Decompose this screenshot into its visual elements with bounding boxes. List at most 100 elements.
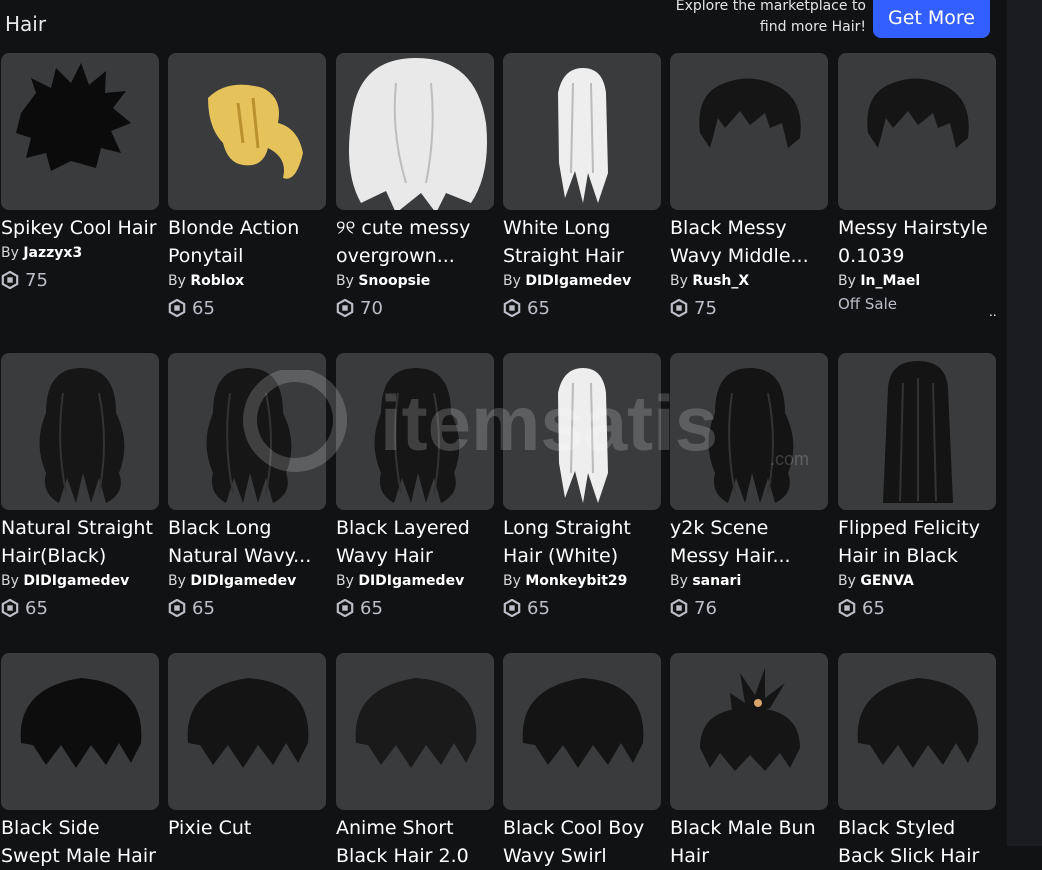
creator-name[interactable]: GENVA — [860, 573, 914, 589]
by-label: By — [503, 273, 526, 289]
item-card[interactable]: Black Cool Boy Wavy Swirl — [503, 653, 663, 870]
item-name[interactable]: Black Styled Back Slick Hair — [838, 814, 998, 870]
item-card[interactable]: ୨୧ cute messy overgrown... By Snoopsie 70 — [336, 53, 496, 320]
creator-name[interactable]: DIDIgamedev — [190, 573, 296, 589]
item-name[interactable]: Blonde Action Ponytail — [168, 214, 328, 270]
item-creator[interactable]: By DIDIgamedev — [1, 573, 161, 593]
item-thumbnail[interactable] — [503, 653, 661, 810]
item-name[interactable]: Flipped Felicity Hair in Black — [838, 514, 998, 570]
robux-icon — [838, 599, 856, 617]
creator-name[interactable]: Jazzyx3 — [23, 245, 82, 261]
by-label: By — [336, 573, 359, 589]
robux-icon — [336, 599, 354, 617]
item-creator[interactable]: By GENVA — [838, 573, 998, 593]
by-label: By — [838, 573, 861, 589]
robux-icon — [503, 599, 521, 617]
item-card[interactable]: White Long Straight Hair By DIDIgamedev 65 — [503, 53, 663, 320]
item-card[interactable]: y2k Scene Messy Hair... By sanari 76 — [670, 353, 830, 620]
item-thumbnail[interactable] — [336, 653, 494, 810]
item-card[interactable]: Anime Short Black Hair 2.0 — [336, 653, 496, 870]
item-thumbnail[interactable] — [1, 53, 159, 210]
item-card[interactable]: Spikey Cool Hair By Jazzyx3 75 — [1, 53, 161, 292]
item-name[interactable]: Anime Short Black Hair 2.0 — [336, 814, 496, 870]
item-price: 65 — [1, 596, 161, 620]
item-creator[interactable]: By DIDIgamedev — [503, 273, 663, 293]
creator-name[interactable]: DIDIgamedev — [23, 573, 129, 589]
item-name[interactable]: Black Male Bun Hair — [670, 814, 830, 870]
item-name[interactable]: Spikey Cool Hair — [1, 214, 161, 242]
item-name[interactable]: Black Long Natural Wavy... — [168, 514, 328, 570]
item-card[interactable]: Black Styled Back Slick Hair — [838, 653, 998, 870]
item-thumbnail[interactable] — [1, 653, 159, 810]
item-thumbnail[interactable] — [838, 653, 996, 810]
item-card[interactable]: Pixie Cut — [168, 653, 328, 842]
item-card[interactable]: Flipped Felicity Hair in Black By GENVA 65 — [838, 353, 998, 620]
item-creator[interactable]: By Snoopsie — [336, 273, 496, 293]
item-card[interactable]: Black Male Bun Hair — [670, 653, 830, 870]
price-value: 75 — [25, 269, 48, 291]
creator-name[interactable]: In_Mael — [860, 273, 920, 289]
item-thumbnail[interactable] — [670, 653, 828, 810]
creator-name[interactable]: DIDIgamedev — [525, 273, 631, 289]
item-thumbnail[interactable] — [503, 53, 661, 210]
item-card[interactable]: Natural Straight Hair(Black) By DIDIgamed… — [1, 353, 161, 620]
item-name[interactable]: Messy Hairstyle 0.1039 — [838, 214, 998, 270]
creator-name[interactable]: DIDIgamedev — [358, 573, 464, 589]
creator-name[interactable]: Rush_X — [692, 273, 749, 289]
item-card[interactable]: Black Long Natural Wavy... By DIDIgamedev… — [168, 353, 328, 620]
price-value: 65 — [192, 597, 215, 619]
item-creator[interactable]: By Jazzyx3 — [1, 245, 161, 265]
price-value: 70 — [360, 297, 383, 319]
item-creator[interactable]: By Rush_X — [670, 273, 830, 293]
item-thumbnail[interactable] — [670, 53, 828, 210]
item-card[interactable]: Messy Hairstyle 0.1039 By In_Mael Off Sale — [838, 53, 998, 313]
item-name[interactable]: Long Straight Hair (White) — [503, 514, 663, 570]
promo-line-2: find more Hair! — [759, 19, 866, 35]
item-creator[interactable]: By Monkeybit29 — [503, 573, 663, 593]
item-creator[interactable]: By In_Mael — [838, 273, 998, 293]
item-thumbnail[interactable] — [168, 53, 326, 210]
item-price: 65 — [838, 596, 998, 620]
item-creator[interactable]: By sanari — [670, 573, 830, 593]
get-more-button[interactable]: Get More — [873, 0, 990, 38]
item-price: 75 — [1, 268, 161, 292]
item-card[interactable]: Long Straight Hair (White) By Monkeybit29… — [503, 353, 663, 620]
item-name[interactable]: Black Cool Boy Wavy Swirl — [503, 814, 663, 870]
item-card[interactable]: Black Side Swept Male Hair — [1, 653, 161, 870]
item-thumbnail[interactable] — [168, 353, 326, 510]
item-thumbnail[interactable] — [336, 353, 494, 510]
robux-icon — [670, 299, 688, 317]
item-thumbnail[interactable] — [838, 53, 996, 210]
more-indicator[interactable]: .. — [989, 305, 997, 319]
item-price: 65 — [168, 596, 328, 620]
creator-name[interactable]: Snoopsie — [358, 273, 430, 289]
item-thumbnail[interactable] — [168, 653, 326, 810]
item-name[interactable]: Black Messy Wavy Middle... — [670, 214, 830, 270]
item-card[interactable]: Black Messy Wavy Middle... By Rush_X 75 — [670, 53, 830, 320]
creator-name[interactable]: Monkeybit29 — [525, 573, 627, 589]
item-name[interactable]: Pixie Cut — [168, 814, 328, 842]
by-label: By — [838, 273, 861, 289]
item-creator[interactable]: By Roblox — [168, 273, 328, 293]
item-name[interactable]: y2k Scene Messy Hair... — [670, 514, 830, 570]
creator-name[interactable]: Roblox — [190, 273, 244, 289]
item-card[interactable]: Blonde Action Ponytail By Roblox 65 — [168, 53, 328, 320]
item-card[interactable]: Black Layered Wavy Hair By DIDIgamedev 65 — [336, 353, 496, 620]
item-thumbnail[interactable] — [1, 353, 159, 510]
item-creator[interactable]: By DIDIgamedev — [168, 573, 328, 593]
item-thumbnail[interactable] — [503, 353, 661, 510]
robux-icon — [503, 299, 521, 317]
creator-name[interactable]: sanari — [692, 573, 741, 589]
by-label: By — [1, 245, 24, 261]
item-thumbnail[interactable] — [336, 53, 494, 210]
item-name[interactable]: Natural Straight Hair(Black) — [1, 514, 161, 570]
item-name[interactable]: Black Side Swept Male Hair — [1, 814, 161, 870]
item-name[interactable]: ୨୧ cute messy overgrown... — [336, 214, 496, 270]
item-name[interactable]: White Long Straight Hair — [503, 214, 663, 270]
item-creator[interactable]: By DIDIgamedev — [336, 573, 496, 593]
item-name[interactable]: Black Layered Wavy Hair — [336, 514, 496, 570]
item-thumbnail[interactable] — [838, 353, 996, 510]
item-thumbnail[interactable] — [670, 353, 828, 510]
robux-icon — [1, 599, 19, 617]
page-title: Hair — [5, 12, 47, 36]
